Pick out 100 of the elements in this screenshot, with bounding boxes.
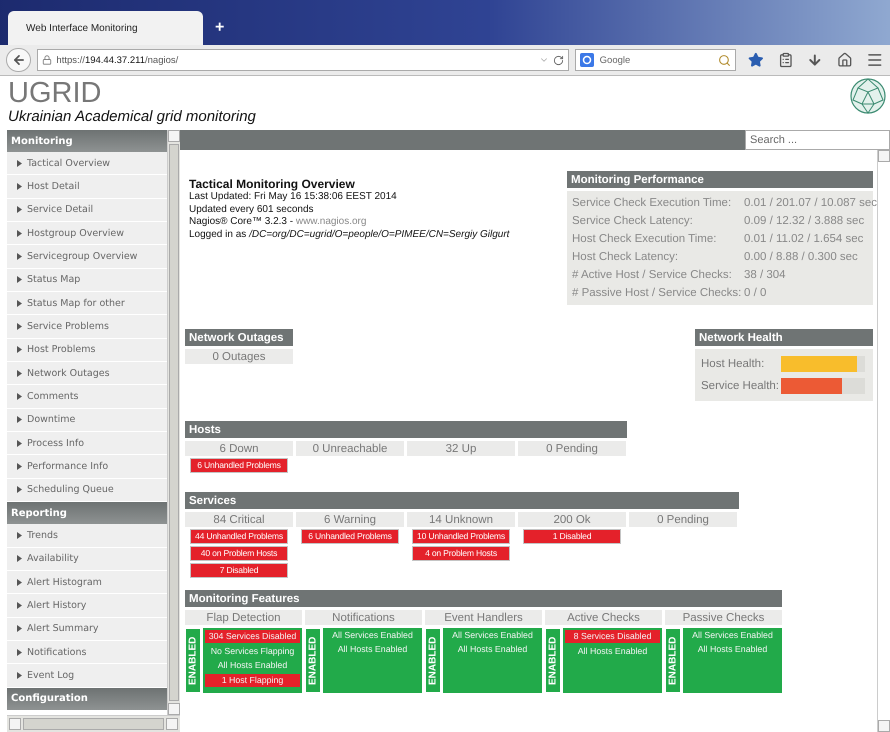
metric-label: # Active Host / Service Checks: <box>572 269 733 281</box>
menu-item[interactable]: Alert Summary <box>7 618 167 641</box>
menu-item[interactable]: Servicegroup Overview <box>7 245 167 269</box>
feature-header: Flap Detection <box>185 610 302 625</box>
menu-item[interactable]: Status Map <box>7 268 167 292</box>
feature-status[interactable]: 8 Services Disabled <box>565 630 660 643</box>
new-tab-button[interactable]: + <box>215 19 224 37</box>
browser-tab[interactable]: Web Interface Monitoring <box>8 11 203 45</box>
triangle-icon <box>17 463 22 470</box>
menu-item[interactable]: Hostgroup Overview <box>7 222 167 246</box>
metric-label: # Passive Host / Service Checks: <box>572 287 742 299</box>
website-link[interactable]: www.nagios.org <box>296 216 366 227</box>
feature-status[interactable]: No Services Flapping <box>205 646 300 657</box>
triangle-icon <box>17 393 22 400</box>
feature-state[interactable]: ENABLED <box>425 628 441 693</box>
overview-title: Tactical Monitoring Overview <box>189 177 356 191</box>
search-field[interactable]: Search ... <box>745 130 890 150</box>
menu-item[interactable]: Scheduling Queue <box>7 478 167 502</box>
menu-item[interactable]: Host Problems <box>7 338 167 362</box>
problem-link[interactable]: 40 on Problem Hosts <box>190 546 288 561</box>
menu-item[interactable]: Process Info <box>7 432 167 456</box>
metric-label: Host Check Latency: <box>572 251 680 263</box>
problem-link[interactable]: 7 Disabled <box>190 563 288 578</box>
problem-link[interactable]: 44 Unhandled Problems <box>190 529 288 544</box>
host-status-cell[interactable]: 0 Unreachable <box>296 441 404 456</box>
feature-status[interactable]: All Services Enabled <box>445 630 540 641</box>
service-status-cell[interactable]: 14 Unknown <box>407 512 515 527</box>
menu-section-header[interactable]: Configuration <box>7 688 167 710</box>
triangle-icon <box>17 230 22 237</box>
download-icon[interactable] <box>807 52 823 68</box>
feature-state[interactable]: ENABLED <box>305 628 321 693</box>
triangle-icon <box>17 602 22 609</box>
menu-item[interactable]: Tactical Overview <box>7 152 167 176</box>
section-header: Services <box>185 492 739 509</box>
feature-state[interactable]: ENABLED <box>185 628 201 693</box>
feature-status[interactable]: All Hosts Enabled <box>445 644 540 655</box>
url-text: https://194.44.37.211/nagios/ <box>56 54 180 66</box>
scrollbar[interactable] <box>167 130 180 715</box>
menu-item[interactable]: Network Outages <box>7 362 167 386</box>
search-engine-icon[interactable] <box>580 53 594 67</box>
service-status-cell[interactable]: 84 Critical <box>185 512 293 527</box>
reload-icon[interactable] <box>552 54 564 66</box>
feature-status[interactable]: All Services Enabled <box>685 630 780 641</box>
back-button[interactable] <box>6 48 32 72</box>
menu-item[interactable]: Trends <box>7 524 167 548</box>
menu-item[interactable]: Service Detail <box>7 198 167 222</box>
globe-icon <box>850 78 886 114</box>
star-icon[interactable] <box>748 52 764 68</box>
menu-item[interactable]: Downtime <box>7 408 167 432</box>
menu-item[interactable]: Availability <box>7 548 167 571</box>
triangle-icon <box>17 253 22 260</box>
feature-header: Event Handlers <box>425 610 542 625</box>
feature-status[interactable]: All Hosts Enabled <box>205 660 300 671</box>
section-header: Network Outages <box>185 329 293 346</box>
menu-item[interactable]: Notifications <box>7 640 167 664</box>
host-status-cell[interactable]: 32 Up <box>407 441 515 456</box>
home-icon[interactable] <box>836 52 852 68</box>
feature-status[interactable]: All Hosts Enabled <box>565 646 660 657</box>
address-bar[interactable]: https://194.44.37.211/nagios/ <box>37 49 569 71</box>
menu-item[interactable]: Alert Histogram <box>7 570 167 594</box>
feature-status[interactable]: All Services Enabled <box>325 630 420 641</box>
service-status-cell[interactable]: 0 Pending <box>629 512 737 527</box>
triangle-icon <box>17 323 22 330</box>
problem-link[interactable]: 6 Unhandled Problems <box>190 458 288 473</box>
menu-icon[interactable] <box>866 51 884 69</box>
feature-state[interactable]: ENABLED <box>545 628 561 693</box>
menu-item[interactable]: Comments <box>7 385 167 409</box>
menu-item[interactable]: Event Log <box>7 664 167 688</box>
feature-status[interactable]: All Hosts Enabled <box>685 644 780 655</box>
menu-item[interactable]: Status Map for other <box>7 292 167 316</box>
outages-count[interactable]: 0 Outages <box>185 349 293 364</box>
triangle-icon <box>17 440 22 447</box>
problem-link[interactable]: 10 Unhandled Problems <box>412 529 510 544</box>
metric-value: 38 / 304 <box>744 269 787 281</box>
feature-status[interactable]: 304 Services Disabled <box>205 630 300 643</box>
problem-link[interactable]: 1 Disabled <box>523 529 621 544</box>
metric-value: 0.09 / 12.32 / 3.888 sec <box>744 215 866 227</box>
search-icon[interactable] <box>718 54 731 66</box>
service-status-cell[interactable]: 6 Warning <box>296 512 404 527</box>
feature-state[interactable]: ENABLED <box>665 628 681 693</box>
site-subtitle: Ukrainian Academical grid monitoring <box>8 108 256 126</box>
triangle-icon <box>17 160 22 167</box>
health-label: Service Health: <box>701 380 780 392</box>
search-bar[interactable]: Google <box>574 49 736 71</box>
horizontal-scrollbar[interactable] <box>7 715 180 732</box>
menu-item[interactable]: Host Detail <box>7 175 167 199</box>
feature-status[interactable]: 1 Host Flapping <box>205 674 300 687</box>
feature-status[interactable]: All Hosts Enabled <box>325 644 420 655</box>
menu-section-header[interactable]: Reporting <box>7 502 167 524</box>
menu-item[interactable]: Performance Info <box>7 455 167 479</box>
menu-section-header[interactable]: Monitoring <box>7 130 167 152</box>
menu-item[interactable]: Service Problems <box>7 315 167 339</box>
problem-link[interactable]: 6 Unhandled Problems <box>301 529 399 544</box>
host-status-cell[interactable]: 6 Down <box>185 441 293 456</box>
menu-item[interactable]: Alert History <box>7 594 167 618</box>
scrollbar[interactable] <box>877 150 890 732</box>
reading-list-icon[interactable] <box>778 52 794 68</box>
service-status-cell[interactable]: 200 Ok <box>518 512 626 527</box>
problem-link[interactable]: 4 on Problem Hosts <box>412 546 510 561</box>
host-status-cell[interactable]: 0 Pending <box>518 441 626 456</box>
